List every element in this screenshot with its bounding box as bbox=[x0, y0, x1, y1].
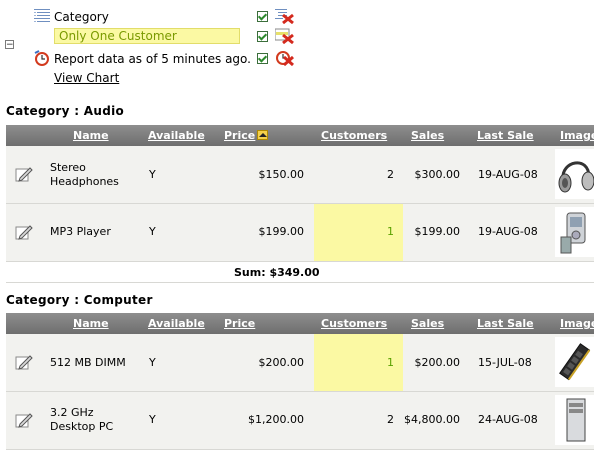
column-header-name[interactable]: Name bbox=[73, 129, 109, 142]
column-header-last-sale[interactable]: Last Sale bbox=[477, 317, 534, 330]
sum-row: Sum: $349.00 bbox=[6, 262, 594, 283]
report-data-note: Report data as of 5 minutes ago. bbox=[54, 52, 251, 66]
table-row: Stereo Headphones Y $150.00 2 $300.00 19… bbox=[6, 146, 594, 204]
price-value: $200.00 bbox=[258, 356, 305, 369]
remove-highlight-icon[interactable] bbox=[275, 28, 294, 44]
customers-value: 1 bbox=[387, 225, 394, 238]
customers-value: 2 bbox=[387, 168, 394, 181]
table-row: 3.2 GHz Desktop PC Y $1,200.00 2 $4,800.… bbox=[6, 392, 594, 450]
customers-value: 1 bbox=[387, 356, 394, 369]
price-value: $199.00 bbox=[258, 225, 305, 238]
remove-control-break-icon[interactable] bbox=[275, 8, 294, 24]
product-name-line2: Desktop PC bbox=[50, 420, 114, 433]
last-sale-value: 19-AUG-08 bbox=[478, 225, 538, 238]
column-header-name[interactable]: Name bbox=[73, 317, 109, 330]
report-table-audio: Name Available Price Customers Sales Las… bbox=[6, 125, 594, 285]
memory-module-image bbox=[555, 337, 594, 387]
available-value: Y bbox=[149, 225, 156, 238]
column-header-last-sale[interactable]: Last Sale bbox=[477, 129, 534, 142]
last-sale-value: 19-AUG-08 bbox=[478, 168, 538, 181]
edit-pencil-icon[interactable] bbox=[15, 223, 33, 241]
flashback-enable-checkbox[interactable] bbox=[257, 53, 268, 64]
price-value: $1,200.00 bbox=[248, 413, 304, 426]
view-chart-link[interactable]: View Chart bbox=[54, 71, 119, 85]
control-break-enable-checkbox[interactable] bbox=[257, 11, 268, 22]
remove-flashback-icon[interactable] bbox=[275, 50, 294, 66]
edit-pencil-icon[interactable] bbox=[15, 353, 33, 371]
table-row-highlighted: MP3 Player Y $199.00 1 $199.00 19-AUG-08 bbox=[6, 204, 594, 262]
clock-icon bbox=[34, 50, 49, 66]
column-header-price[interactable]: Price bbox=[224, 317, 255, 330]
available-value: Y bbox=[149, 356, 156, 369]
desktop-pc-image bbox=[555, 395, 594, 445]
report-table-computer: Name Available Price Customers Sales Las… bbox=[6, 313, 594, 450]
available-value: Y bbox=[149, 168, 156, 181]
table-header: Name Available Price Customers Sales Las… bbox=[6, 125, 594, 146]
column-header-sales[interactable]: Sales bbox=[411, 317, 444, 330]
edit-pencil-icon[interactable] bbox=[15, 165, 33, 183]
edit-pencil-icon[interactable] bbox=[15, 411, 33, 429]
sales-value: $200.00 bbox=[414, 356, 461, 369]
control-break-label: Category bbox=[54, 10, 109, 24]
column-header-image[interactable]: Image bbox=[560, 129, 594, 142]
sales-value: $300.00 bbox=[414, 168, 461, 181]
control-break-icon bbox=[34, 9, 50, 22]
highlight-label: Only One Customer bbox=[54, 28, 240, 44]
column-header-price-label[interactable]: Price bbox=[224, 129, 255, 142]
product-name-line1: Stereo bbox=[50, 161, 86, 174]
customers-value: 2 bbox=[387, 413, 394, 426]
highlight-enable-checkbox[interactable] bbox=[257, 31, 268, 42]
highlight-row: Only One Customer bbox=[0, 28, 300, 48]
table-header: Name Available Price Customers Sales Las… bbox=[6, 313, 594, 334]
sort-ascending-icon[interactable] bbox=[257, 130, 269, 140]
flashback-row: Report data as of 5 minutes ago. bbox=[0, 50, 300, 70]
headphones-image bbox=[555, 149, 594, 199]
column-header-price[interactable]: Price bbox=[224, 129, 269, 142]
column-header-image[interactable]: Image bbox=[560, 317, 594, 330]
category-heading-computer: Category : Computer bbox=[6, 293, 153, 307]
column-header-customers[interactable]: Customers bbox=[321, 129, 387, 142]
control-break-row: Category bbox=[0, 8, 300, 28]
column-header-available[interactable]: Available bbox=[148, 317, 205, 330]
product-name-line1: 3.2 GHz bbox=[50, 406, 94, 419]
price-value: $150.00 bbox=[258, 168, 305, 181]
last-sale-value: 15-JUL-08 bbox=[478, 356, 532, 369]
sales-value: $4,800.00 bbox=[404, 413, 460, 426]
column-header-sales[interactable]: Sales bbox=[411, 129, 444, 142]
product-name-line1: MP3 Player bbox=[50, 225, 111, 238]
product-name-line2: Headphones bbox=[50, 175, 119, 188]
product-name-line1: 512 MB DIMM bbox=[50, 356, 126, 369]
category-heading-audio: Category : Audio bbox=[6, 104, 125, 118]
column-header-customers[interactable]: Customers bbox=[321, 317, 387, 330]
last-sale-value: 24-AUG-08 bbox=[478, 413, 538, 426]
table-row-highlighted: 512 MB DIMM Y $200.00 1 $200.00 15-JUL-0… bbox=[6, 334, 594, 392]
available-value: Y bbox=[149, 413, 156, 426]
mp3-player-image bbox=[555, 207, 594, 257]
sales-value: $199.00 bbox=[414, 225, 461, 238]
sum-value: Sum: $349.00 bbox=[234, 266, 320, 279]
column-header-available[interactable]: Available bbox=[148, 129, 205, 142]
